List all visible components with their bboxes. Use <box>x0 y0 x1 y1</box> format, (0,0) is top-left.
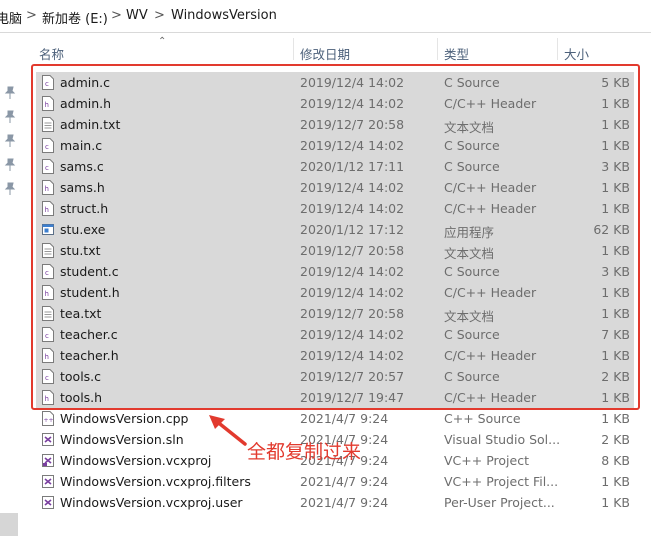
file-name: WindowsVersion.cpp <box>60 411 189 426</box>
file-modified-date: 2021/4/7 9:24 <box>300 474 389 489</box>
column-header-label: 大小 <box>564 47 590 62</box>
file-type: Per-User Project... <box>444 495 555 510</box>
vcxproj-file-icon <box>42 453 54 468</box>
column-header-name[interactable]: 名称 <box>38 34 293 62</box>
file-size: 2 KB <box>601 432 630 447</box>
column-divider[interactable] <box>557 38 558 60</box>
column-header-date[interactable]: 修改日期 <box>300 34 435 62</box>
column-header-label: 修改日期 <box>300 47 351 62</box>
pin-icon[interactable] <box>3 86 17 100</box>
file-row[interactable]: WindowsVersion.vcxproj.filters 2021/4/7 9… <box>36 471 634 492</box>
address-bar[interactable]: 电脑 > 新加卷 (E:) > WV > WindowsVersion <box>0 0 651 33</box>
column-divider[interactable] <box>293 38 294 60</box>
breadcrumb-drive-e[interactable]: 新加卷 (E:) <box>42 8 108 27</box>
pin-icon[interactable] <box>3 158 17 172</box>
file-name: WindowsVersion.vcxproj <box>60 453 212 468</box>
breadcrumb-separator[interactable]: > <box>26 8 37 23</box>
file-row[interactable]: WindowsVersion.vcxproj.user 2021/4/7 9:24… <box>36 492 634 513</box>
filters-file-icon <box>42 474 54 489</box>
pin-icon[interactable] <box>3 182 17 196</box>
file-size: 1 KB <box>601 411 630 426</box>
cpp-source-icon: ++ <box>42 411 54 426</box>
file-name: WindowsVersion.vcxproj.user <box>60 495 243 510</box>
column-header-type[interactable]: 类型 <box>444 34 556 62</box>
file-size: 8 KB <box>601 453 630 468</box>
breadcrumb-separator[interactable]: > <box>111 8 122 23</box>
file-name: WindowsVersion.vcxproj.filters <box>60 474 251 489</box>
breadcrumb-this-pc[interactable]: 电脑 <box>0 8 22 27</box>
column-header-size[interactable]: 大小 <box>564 34 634 62</box>
file-modified-date: 2021/4/7 9:24 <box>300 495 389 510</box>
annotation-highlight-box <box>31 64 640 410</box>
file-modified-date: 2021/4/7 9:24 <box>300 411 389 426</box>
annotation-note: 全都复制过来 <box>247 441 362 463</box>
navigation-pane <box>0 34 24 536</box>
breadcrumb-windowsversion[interactable]: WindowsVersion <box>171 8 277 23</box>
svg-text:++: ++ <box>44 417 54 424</box>
breadcrumb-separator[interactable]: > <box>154 8 165 23</box>
nav-selected-item[interactable] <box>0 513 18 536</box>
file-row[interactable]: ++ WindowsVersion.cpp 2021/4/7 9:24 C++ Sou… <box>36 408 634 429</box>
file-type: Visual Studio Sol... <box>444 432 561 447</box>
file-type: VC++ Project <box>444 453 529 468</box>
column-divider[interactable] <box>437 38 438 60</box>
breadcrumb-wv[interactable]: WV <box>126 8 148 23</box>
file-type: VC++ Project Fil... <box>444 474 559 489</box>
user-file-icon <box>42 495 54 510</box>
pin-icon[interactable] <box>3 110 17 124</box>
file-type: C++ Source <box>444 411 521 426</box>
column-header-label: 名称 <box>39 47 65 62</box>
file-name: WindowsVersion.sln <box>60 432 184 447</box>
file-size: 1 KB <box>601 495 630 510</box>
column-header-label: 类型 <box>444 47 470 62</box>
pin-icon[interactable] <box>3 134 17 148</box>
file-size: 1 KB <box>601 474 630 489</box>
solution-file-icon <box>42 432 54 447</box>
